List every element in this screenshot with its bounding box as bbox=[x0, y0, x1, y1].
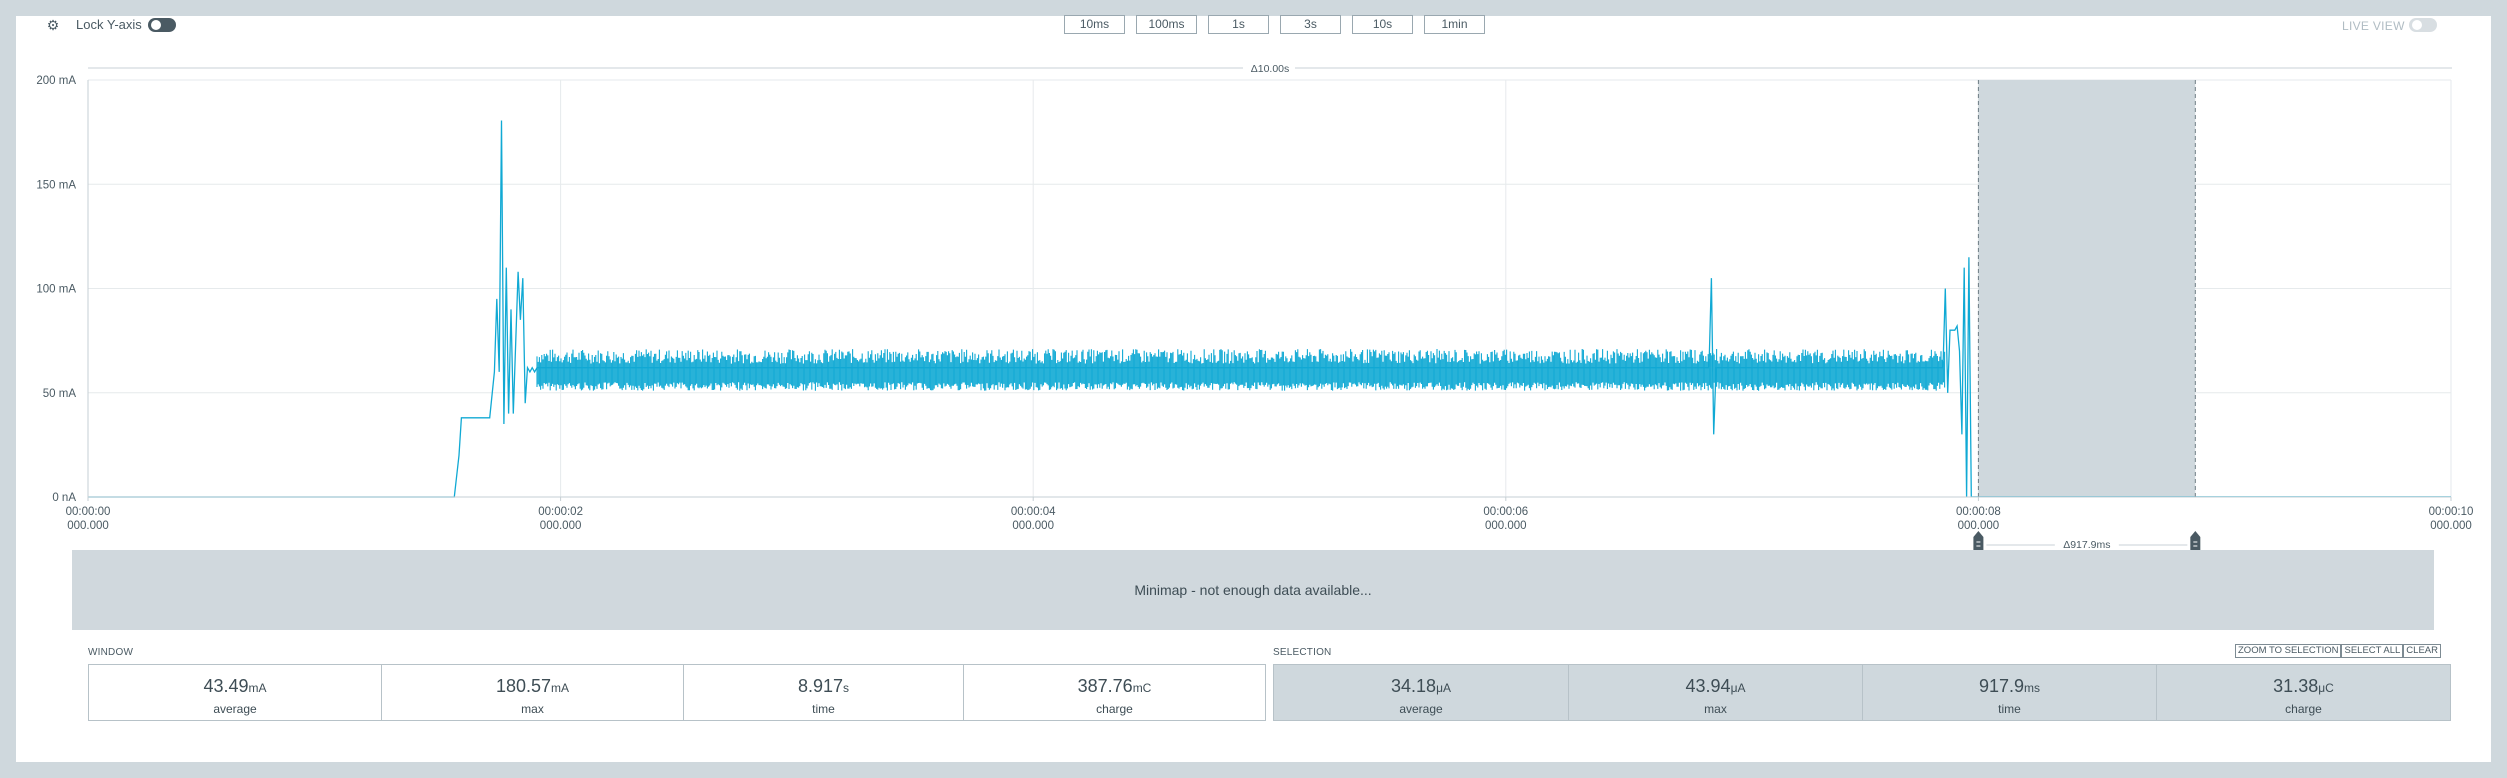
selection-charge: 31.38μC charge bbox=[2156, 665, 2450, 720]
stat-value: 8.917s bbox=[797, 676, 850, 696]
y-tick-label: 200 mA bbox=[36, 75, 76, 87]
window-average: 43.49mA average bbox=[89, 665, 381, 720]
stat-name: average bbox=[213, 702, 257, 716]
stat-value: 43.49mA bbox=[203, 676, 267, 696]
selection-max: 43.94μA max bbox=[1568, 665, 1862, 720]
handle-shape bbox=[1973, 531, 1984, 551]
x-tick-ms: 000.000 bbox=[2430, 520, 2472, 532]
stat-name: max bbox=[521, 702, 544, 716]
window-time: 8.917s time bbox=[683, 665, 963, 720]
stat-name: charge bbox=[1096, 702, 1133, 716]
x-tick-ms: 000.000 bbox=[1958, 520, 2000, 532]
stat-name: time bbox=[1998, 702, 2021, 716]
series-ripple bbox=[536, 349, 1946, 391]
select-all-button[interactable]: SELECT ALL bbox=[2341, 644, 2404, 658]
stat-value: 387.76mC bbox=[1077, 676, 1152, 696]
y-ticks: 200 mA 150 mA 100 mA 50 mA 0 nA bbox=[36, 75, 76, 504]
window-max: 180.57mA max bbox=[381, 665, 683, 720]
x-tick-time: 00:00:02 bbox=[538, 506, 583, 518]
selection-stats-label: SELECTION bbox=[1273, 647, 1332, 658]
y-tick-label: 100 mA bbox=[36, 284, 76, 296]
x-tick-ms: 000.000 bbox=[1485, 520, 1527, 532]
window-charge: 387.76mC charge bbox=[963, 665, 1265, 720]
zoom-to-selection-button[interactable]: ZOOM TO SELECTION bbox=[2235, 644, 2342, 658]
y-tick-label: 0 nA bbox=[52, 492, 76, 504]
stat-value: 34.18μA bbox=[1391, 676, 1451, 696]
x-tick-time: 00:00:04 bbox=[1011, 506, 1056, 518]
stat-value: 43.94μA bbox=[1685, 676, 1746, 696]
current-chart[interactable]: Δ10.00s 200 mA 150 mA 100 mA 50 mA 0 nA 00:0… bbox=[0, 0, 2507, 560]
x-tick-time: 00:00:10 bbox=[2429, 506, 2474, 518]
x-tick-time: 00:00:06 bbox=[1483, 506, 1528, 518]
stat-name: max bbox=[1704, 702, 1727, 716]
stat-name: time bbox=[812, 702, 835, 716]
stat-value: 180.57mA bbox=[495, 676, 570, 696]
y-tick-label: 50 mA bbox=[43, 388, 77, 400]
x-tick-ms: 000.000 bbox=[540, 520, 582, 532]
x-tick-time: 00:00:00 bbox=[66, 506, 111, 518]
selection-handle-left[interactable] bbox=[1973, 531, 1984, 551]
window-stats: 43.49mA average 180.57mA max 8.917s time… bbox=[88, 664, 1266, 721]
x-tick-ms: 000.000 bbox=[1012, 520, 1054, 532]
minimap[interactable]: Minimap - not enough data available... bbox=[72, 550, 2434, 630]
selection-average: 34.18μA average bbox=[1274, 665, 1568, 720]
selection-overlay[interactable] bbox=[1978, 80, 2196, 497]
x-ticks: 00:00:00 000.000 00:00:02 000.000 00:00:04 00… bbox=[66, 497, 2474, 532]
selection-handle-right[interactable] bbox=[2190, 531, 2201, 551]
x-tick-time: 00:00:08 bbox=[1956, 506, 2001, 518]
clear-selection-button[interactable]: CLEAR bbox=[2403, 644, 2441, 658]
stat-name: average bbox=[1399, 702, 1443, 716]
y-tick-label: 150 mA bbox=[36, 179, 76, 191]
selection-actions: ZOOM TO SELECTION SELECT ALL CLEAR bbox=[2235, 644, 2441, 658]
stat-value: 917.9ms bbox=[1978, 676, 2041, 696]
stat-name: charge bbox=[2285, 702, 2322, 716]
selection-time: 917.9ms time bbox=[1862, 665, 2156, 720]
selection-stats: 34.18μA average 43.94μA max 917.9ms time… bbox=[1273, 664, 2451, 721]
handle-shape bbox=[2190, 531, 2201, 551]
stat-value: 31.38μC bbox=[2273, 676, 2334, 696]
x-tick-ms: 000.000 bbox=[67, 520, 109, 532]
window-delta-label: Δ10.00s bbox=[1251, 63, 1290, 75]
window-stats-label: WINDOW bbox=[88, 647, 134, 658]
minimap-message: Minimap - not enough data available... bbox=[1134, 582, 1372, 598]
